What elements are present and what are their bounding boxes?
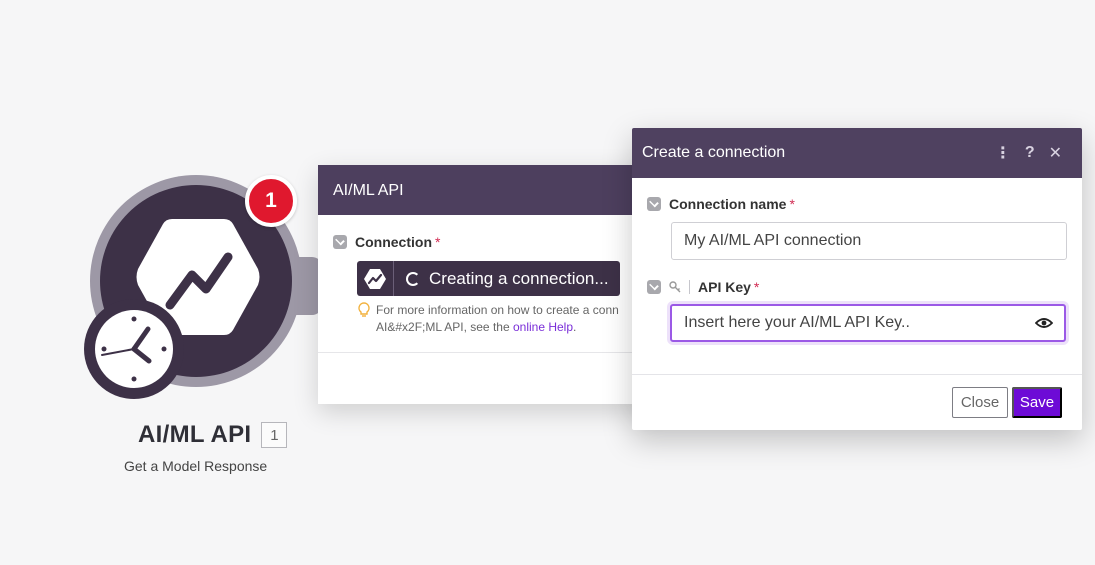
module-settings-panel: AI/ML API Connection * Creating a connect… [318, 165, 658, 404]
close-icon[interactable]: ✕ [1049, 143, 1062, 163]
key-icon [669, 281, 681, 293]
dialog-divider [632, 374, 1082, 375]
collapse-toggle-icon[interactable] [647, 197, 661, 211]
connection-field-row: Connection * [333, 234, 440, 250]
collapse-toggle-icon[interactable] [333, 235, 347, 249]
more-options-icon[interactable]: ⋮ [995, 143, 1011, 163]
spinner-icon [406, 271, 420, 286]
module-subtitle: Get a Model Response [124, 458, 268, 474]
module-title: AI/ML API [138, 421, 252, 448]
connection-label: Connection * [355, 234, 441, 250]
dialog-header: Create a connection ⋮ ? ✕ [632, 128, 1082, 178]
close-button[interactable]: Close [952, 387, 1008, 418]
connection-hint: For more information on how to create a … [358, 302, 658, 336]
connection-status-text: Creating a connection... [429, 268, 609, 288]
aiml-connection-icon [357, 261, 394, 296]
create-connection-dialog: Create a connection ⋮ ? ✕ Connection nam… [632, 128, 1082, 430]
connection-name-row: Connection name * [647, 196, 795, 212]
save-button[interactable]: Save [1012, 387, 1062, 418]
lightbulb-icon [358, 302, 370, 317]
eye-icon[interactable] [1035, 317, 1053, 329]
hint-text: For more information on how to create a … [376, 303, 619, 334]
module-id-box: 1 [261, 422, 288, 448]
online-help-link[interactable]: online Help [513, 320, 573, 334]
dialog-title: Create a connection [642, 144, 786, 161]
collapse-toggle-icon[interactable] [647, 280, 661, 294]
module-node[interactable]: 1 [84, 175, 322, 399]
help-icon[interactable]: ? [1025, 144, 1035, 162]
api-key-row: API Key * [647, 279, 759, 295]
connection-name-label: Connection name * [669, 196, 795, 212]
api-key-placeholder: Insert here your AI/ML API Key.. [684, 314, 910, 331]
panel-divider [318, 352, 658, 353]
module-title-row: AI/ML API 1 [138, 421, 288, 449]
connection-status: Creating a connection... [394, 261, 620, 296]
dialog-actions: ⋮ ? ✕ [995, 143, 1062, 163]
api-key-label: API Key * [698, 279, 760, 295]
clock-icon [84, 299, 184, 399]
panel-header: AI/ML API [318, 165, 658, 215]
notification-badge[interactable]: 1 [245, 175, 297, 227]
connection-status-button[interactable]: Creating a connection... [357, 261, 620, 296]
api-key-input[interactable]: Insert here your AI/ML API Key.. [670, 304, 1066, 342]
separator [689, 280, 690, 294]
connection-name-input[interactable]: My AI/ML API connection [671, 222, 1067, 260]
